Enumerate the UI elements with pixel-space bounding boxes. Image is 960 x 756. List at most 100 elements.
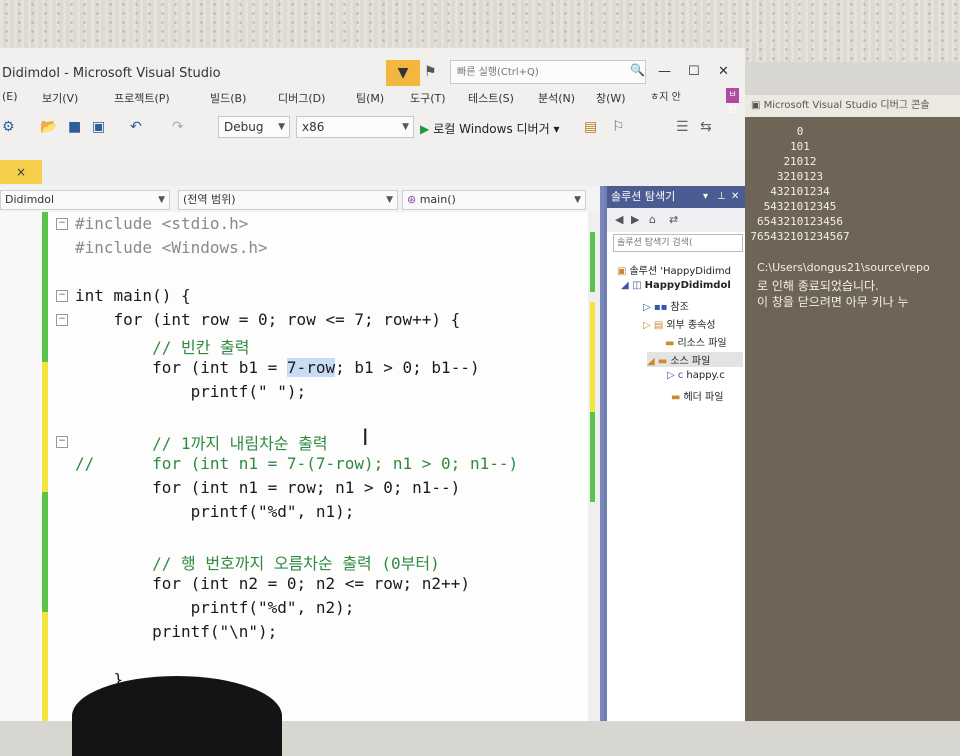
code-line[interactable]: #include <stdio.h> [75, 214, 248, 233]
undo-icon[interactable]: ↶ [130, 119, 142, 135]
references-icon: ▷ ▪▪ [643, 302, 668, 313]
menu-view[interactable]: 보기(V) [42, 90, 78, 106]
collapse-icon[interactable]: − [56, 314, 68, 326]
node-label: 참조 [670, 302, 689, 313]
menu-test[interactable]: 테스트(S) [468, 90, 514, 106]
console-title: Microsoft Visual Studio 디버그 콘솔 [763, 100, 930, 111]
maximize-icon[interactable]: ☐ [688, 64, 700, 79]
close-icon[interactable]: ✕ [731, 186, 739, 208]
console-title-bar: ▣ Microsoft Visual Studio 디버그 콘솔 [745, 95, 960, 117]
menu-window[interactable]: 창(W) [596, 90, 626, 106]
menu-tools[interactable]: 도구(T) [410, 90, 446, 106]
code-comment[interactable]: // for (int n1 = 7-(7-row); n1 > 0; n1--… [75, 454, 518, 473]
chevron-down-icon: ▼ [278, 122, 285, 132]
solution-node[interactable]: ▣ 솔루션 'HappyDidimd [617, 262, 731, 277]
code-fragment: ; b1 > 0; b1--) [335, 358, 480, 377]
pin-icon[interactable]: ⊥ [717, 186, 726, 208]
function-scope-value: main() [419, 193, 456, 206]
code-comment[interactable]: // 행 번호까지 오름차순 출력 (0부터) [75, 550, 440, 574]
avatar[interactable]: ㅂ안 [726, 88, 739, 115]
source-files-node[interactable]: ◢ ▬ 소스 파일 [647, 352, 743, 367]
bookmark-icon[interactable]: ⚐ [612, 119, 625, 135]
account-name[interactable]: ㅎ지 안 [650, 88, 681, 103]
search-icon[interactable]: 🔍 [630, 63, 645, 77]
selected-text[interactable]: 7-row [286, 358, 336, 377]
code-line[interactable]: #include <Windows.h> [75, 238, 268, 257]
code-comment[interactable]: // 1까지 내림차순 출력 [75, 430, 328, 454]
menu-analyze[interactable]: 분석(N) [538, 90, 575, 106]
code-line[interactable]: int main() { [75, 286, 191, 305]
editor-scrollbar[interactable] [588, 212, 600, 721]
project-scope-select[interactable]: Didimdol ▼ [0, 190, 170, 210]
scroll-change-marker [590, 302, 595, 412]
external-deps-node[interactable]: ▷ ▤ 외부 종속성 [643, 316, 716, 331]
folder-icon: ▬ [671, 392, 681, 403]
global-scope-select[interactable]: (전역 범위) ▼ [178, 190, 398, 210]
node-label: 리소스 파일 [677, 338, 727, 349]
console-exit-line: 로 인해 종료되었습니다. [757, 279, 879, 293]
notification-icon[interactable]: ⚑ [424, 64, 437, 80]
browse-icon[interactable]: ▤ [584, 119, 597, 135]
redo-icon[interactable]: ↷ [172, 119, 184, 135]
close-tab-icon[interactable]: × [16, 165, 26, 179]
resource-files-node[interactable]: ▬ 리소스 파일 [665, 334, 727, 349]
configuration-select[interactable]: Debug ▼ [218, 116, 290, 138]
solution-icon: ▣ [617, 266, 627, 277]
open-folder-icon[interactable]: 📂 [40, 119, 57, 135]
collapse-icon[interactable]: − [56, 436, 68, 448]
code-editor[interactable]: Didimdol ▼ (전역 범위) ▼ ⊛ main() ▼ − − − − … [0, 186, 600, 721]
document-tab[interactable]: × [0, 160, 42, 184]
file-node-happy-c[interactable]: ▷ c happy.c [667, 370, 725, 381]
code-line[interactable]: for (int n2 = 0; n2 <= row; n2++) [75, 574, 470, 593]
saved-change-marker [42, 212, 48, 362]
solution-search-input[interactable]: 솔루션 탐색기 검색( [613, 234, 743, 252]
code-line[interactable]: for (int b1 = 7-row; b1 > 0; b1--) [75, 358, 480, 377]
close-icon[interactable]: ✕ [718, 64, 729, 79]
menu-build[interactable]: 빌드(B) [210, 90, 246, 106]
unsaved-change-marker [42, 612, 48, 721]
new-project-icon[interactable]: ⚙ [2, 119, 15, 135]
menu-debug[interactable]: 디버그(D) [278, 90, 325, 106]
back-icon[interactable]: ◀ [615, 213, 623, 226]
menu-bar: (E) 보기(V) 프로젝트(P) 빌드(B) 디버그(D) 팀(M) 도구(T… [0, 86, 745, 115]
function-scope-select[interactable]: ⊛ main() ▼ [402, 190, 586, 210]
dropdown-icon[interactable]: ▾ [703, 186, 708, 208]
forward-icon[interactable]: ▶ [631, 213, 639, 226]
folder-open-icon: ◢ ▬ [647, 356, 668, 367]
quick-launch-input[interactable]: 빠른 실행(Ctrl+Q) [450, 60, 646, 84]
menu-team[interactable]: 팀(M) [356, 90, 384, 106]
menu-project[interactable]: 프로젝트(P) [114, 90, 170, 106]
code-line[interactable]: printf("%d", n1); [75, 502, 355, 521]
comment-icon[interactable]: ☰ [676, 119, 689, 135]
play-icon: ▶ [420, 122, 430, 136]
feedback-filter-icon[interactable]: ▼ [386, 60, 420, 86]
platform-select[interactable]: x86 ▼ [296, 116, 414, 138]
code-comment[interactable]: // 빈칸 출력 [75, 334, 249, 358]
collapse-icon[interactable]: − [56, 290, 68, 302]
node-label: happy.c [686, 370, 725, 381]
save-icon[interactable]: ■ [68, 119, 81, 135]
start-debugging-button[interactable]: ▶ 로컬 Windows 디버거 ▾ [420, 120, 559, 137]
header-files-node[interactable]: ▬ 헤더 파일 [671, 388, 723, 403]
collapse-icon[interactable]: − [56, 218, 68, 230]
project-icon: ◢ ◫ [621, 280, 642, 291]
home-icon[interactable]: ⌂ [649, 213, 656, 226]
code-line[interactable]: printf(" "); [75, 382, 307, 401]
minimize-icon[interactable]: — [658, 64, 671, 79]
references-node[interactable]: ▷ ▪▪ 참조 [643, 298, 689, 313]
code-line[interactable]: printf("\n"); [75, 622, 277, 641]
code-line[interactable]: printf("%d", n2); [75, 598, 355, 617]
solution-explorer-title-bar: 솔루션 탐색기 ▾ ⊥ ✕ [607, 186, 748, 208]
debug-console-window[interactable]: ▣ Microsoft Visual Studio 디버그 콘솔 0 101 2… [745, 95, 960, 721]
uncomment-icon[interactable]: ⇆ [700, 119, 712, 135]
foreground-head-obstruction [72, 676, 282, 756]
menu-edit[interactable]: (E) [2, 90, 18, 103]
save-all-icon[interactable]: ▣ [92, 119, 105, 135]
code-line[interactable]: for (int row = 0; row <= 7; row++) { [75, 310, 461, 329]
global-scope-value: (전역 범위) [183, 193, 236, 206]
navigation-bar: Didimdol ▼ (전역 범위) ▼ ⊛ main() ▼ [0, 186, 600, 212]
project-node[interactable]: ◢ ◫ HappyDidimdol [621, 280, 731, 291]
node-label: 외부 종속성 [666, 320, 716, 331]
sync-icon[interactable]: ⇄ [669, 213, 678, 226]
code-line[interactable]: for (int n1 = row; n1 > 0; n1--) [75, 478, 460, 497]
